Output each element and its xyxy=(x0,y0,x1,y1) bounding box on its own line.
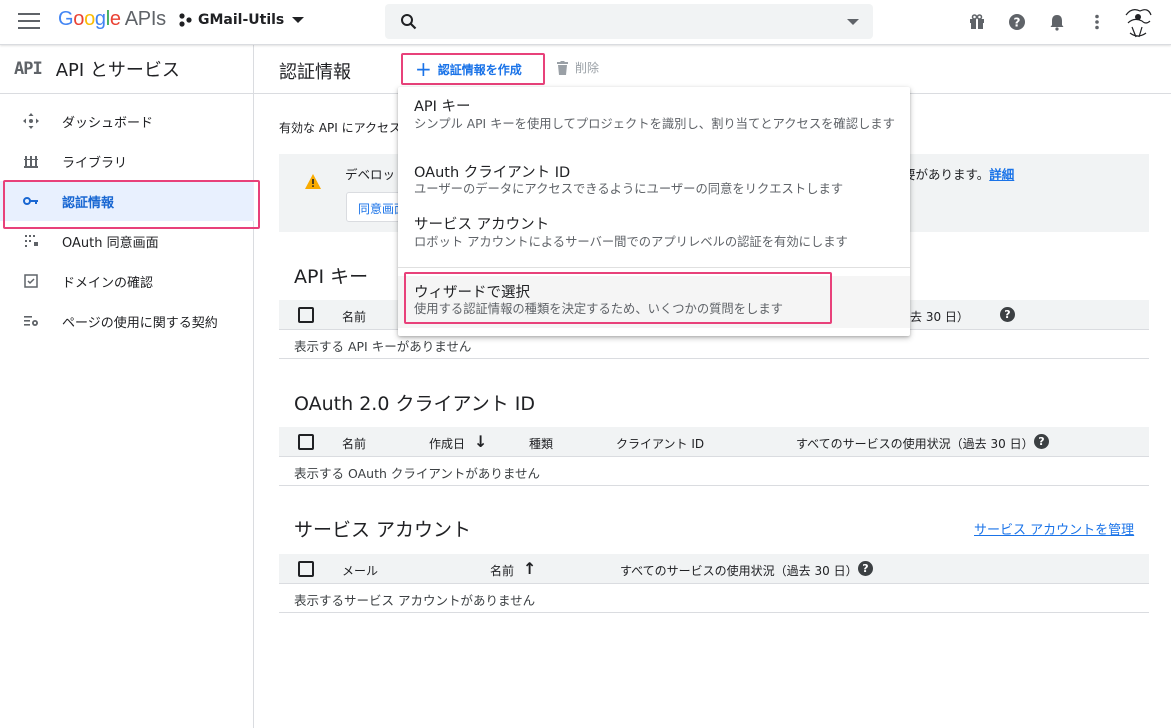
more-vert-icon[interactable] xyxy=(1087,12,1107,32)
column-usage: すべてのサービスの使用状況（過去 30 日） xyxy=(796,437,1034,451)
oauth-table-header: 名前 作成日 ↓ 種類 クライアント ID すべてのサービスの使用状況（過去 3… xyxy=(279,427,1149,457)
search-icon xyxy=(401,14,417,30)
dashboard-icon xyxy=(23,113,39,129)
sidebar-item-label: 認証情報 xyxy=(62,195,115,211)
key-icon xyxy=(23,197,38,205)
column-client-id[interactable]: クライアント ID xyxy=(616,435,704,452)
notifications-icon[interactable] xyxy=(1047,12,1067,32)
column-name[interactable]: 名前 xyxy=(490,562,514,579)
consent-icon xyxy=(25,235,38,247)
plus-icon: + xyxy=(415,57,432,81)
checkbox-icon xyxy=(24,274,38,288)
learn-more-link[interactable]: 詳細 xyxy=(989,167,1014,182)
create-credentials-label: 認証情報を作成 xyxy=(437,62,522,77)
column-created[interactable]: 作成日 xyxy=(429,435,465,452)
search-dropdown-icon[interactable] xyxy=(847,19,859,25)
menu-item-title: API キー xyxy=(414,99,471,115)
sidebar-title: API とサービス xyxy=(55,60,180,81)
create-credentials-button[interactable]: + 認証情報を作成 xyxy=(401,53,545,85)
column-email[interactable]: メール xyxy=(342,562,378,579)
select-all-checkbox[interactable] xyxy=(298,434,314,450)
menu-item-wizard[interactable]: ウィザードで選択 使用する認証情報の種類を決定するため、いくつかの質問をします xyxy=(398,276,910,328)
service-accounts-table-header: メール 名前 ↑ すべてのサービスの使用状況（過去 30 日） ? xyxy=(279,554,1149,584)
sidebar-item-label: ライブラリ xyxy=(62,155,128,171)
sidebar-item-label: ページの使用に関する契約 xyxy=(62,315,218,331)
manage-service-accounts-link[interactable]: サービス アカウントを管理 xyxy=(974,519,1134,538)
project-icon xyxy=(179,13,192,27)
menu-item-description: シンプル API キーを使用してプロジェクトを識別し、割り当てとアクセスを確認し… xyxy=(414,117,895,131)
sidebar-item-page-usage-agreements[interactable]: ページの使用に関する契約 xyxy=(0,301,254,341)
menu-item-title: サービス アカウント xyxy=(414,217,550,233)
empty-message: 表示するサービス アカウントがありません xyxy=(294,593,536,608)
project-name: GMail-Utils xyxy=(198,12,285,28)
project-selector[interactable]: GMail-Utils xyxy=(178,12,305,28)
avatar[interactable] xyxy=(1120,3,1156,41)
menu-item-service-account[interactable]: サービス アカウント ロボット アカウントによるサーバー間でのアプリレベルの認証… xyxy=(398,205,910,257)
logo-apis-text: APIs xyxy=(124,8,166,30)
sort-arrow-down-icon[interactable]: ↓ xyxy=(474,432,487,451)
banner-text-right: 要があります。詳細 xyxy=(903,164,1014,183)
delete-button[interactable]: 削除 xyxy=(556,59,599,76)
service-accounts-title: サービス アカウント xyxy=(294,519,472,541)
select-all-checkbox[interactable] xyxy=(298,307,314,323)
help-icon[interactable]: ? xyxy=(1007,12,1027,32)
svg-text:?: ? xyxy=(1014,16,1021,30)
page-title: 認証情報 xyxy=(279,62,351,83)
gift-icon[interactable] xyxy=(967,12,987,32)
top-bar: Google APIs GMail-Utils ? xyxy=(0,0,1171,45)
oauth-title: OAuth 2.0 クライアント ID xyxy=(294,393,535,415)
create-credentials-menu: API キー シンプル API キーを使用してプロジェクトを識別し、割り当てとア… xyxy=(398,87,910,336)
column-type[interactable]: 種類 xyxy=(529,435,553,452)
menu-item-description: ユーザーのデータにアクセスできるようにユーザーの同意をリクエストします xyxy=(414,182,844,196)
warning-icon xyxy=(305,174,321,189)
sidebar-item-oauth-consent[interactable]: OAuth 同意画面 xyxy=(0,221,254,261)
library-icon xyxy=(24,156,38,168)
trash-icon xyxy=(557,60,568,75)
menu-item-title: ウィザードで選択 xyxy=(414,285,530,301)
api-keys-title: API キー xyxy=(294,266,369,288)
service-accounts-empty-row: 表示するサービス アカウントがありません xyxy=(279,584,1149,613)
sidebar-item-dashboard[interactable]: ダッシュボード xyxy=(0,101,254,141)
empty-message: 表示する OAuth クライアントがありません xyxy=(294,466,540,481)
menu-item-description: 使用する認証情報の種類を決定するため、いくつかの質問をします xyxy=(414,302,783,316)
menu-item-title: OAuth クライアント ID xyxy=(414,165,571,181)
menu-item-oauth-client-id[interactable]: OAuth クライアント ID ユーザーのデータにアクセスできるようにユーザーの… xyxy=(398,155,910,204)
help-icon[interactable]: ? xyxy=(1034,434,1049,449)
menu-item-api-key[interactable]: API キー シンプル API キーを使用してプロジェクトを識別し、割り当てとア… xyxy=(398,87,910,155)
sidebar-item-domain-verification[interactable]: ドメインの確認 xyxy=(0,261,254,301)
menu-icon[interactable] xyxy=(18,13,40,31)
google-apis-logo[interactable]: Google APIs xyxy=(58,8,166,31)
sidebar-header: API API とサービス xyxy=(0,45,253,94)
chevron-down-icon xyxy=(292,17,305,23)
api-logo: API xyxy=(14,59,43,79)
empty-message: 表示する API キーがありません xyxy=(294,339,472,354)
banner-text-right-label: 要があります。 xyxy=(903,167,990,182)
sort-arrow-up-icon[interactable]: ↑ xyxy=(523,559,536,578)
settings-list-icon xyxy=(24,316,38,326)
oauth-empty-row: 表示する OAuth クライアントがありません xyxy=(279,457,1149,486)
sidebar-item-label: ドメインの確認 xyxy=(62,275,154,291)
column-name[interactable]: 名前 xyxy=(342,435,366,452)
banner-text: デベロッ xyxy=(345,167,396,182)
column-usage: すべてのサービスの使用状況（過去 30 日） xyxy=(620,564,858,578)
help-icon[interactable]: ? xyxy=(858,561,873,576)
sidebar-item-library[interactable]: ライブラリ xyxy=(0,141,254,181)
menu-item-description: ロボット アカウントによるサーバー間でのアプリレベルの認証を有効にします xyxy=(414,235,848,249)
sidebar: API API とサービス ダッシュボード ライブラリ 認証情報 OAuth 同… xyxy=(0,45,254,728)
delete-label: 削除 xyxy=(575,61,600,75)
select-all-checkbox[interactable] xyxy=(298,561,314,577)
intro-text: 有効な API にアクセス xyxy=(279,121,402,135)
help-icon[interactable]: ? xyxy=(1000,307,1015,322)
sidebar-item-credentials[interactable]: 認証情報 xyxy=(0,181,254,221)
menu-divider xyxy=(398,267,910,268)
search-input[interactable] xyxy=(385,4,873,39)
sidebar-item-label: OAuth 同意画面 xyxy=(62,235,159,251)
sidebar-item-label: ダッシュボード xyxy=(62,115,154,131)
column-name[interactable]: 名前 xyxy=(342,308,366,325)
